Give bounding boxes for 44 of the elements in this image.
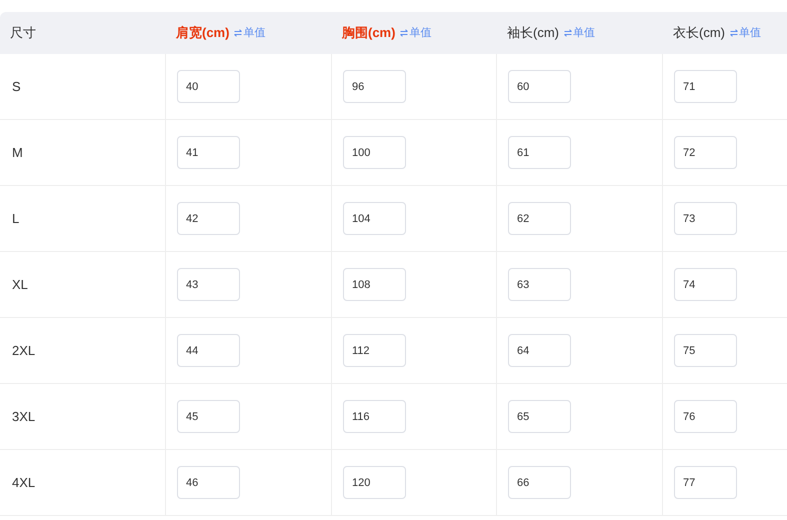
column-header: 衣长(cm) (673, 24, 725, 42)
measurement-input[interactable]: 72 (674, 136, 737, 169)
measurement-input[interactable]: 112 (343, 334, 406, 367)
size-label: S (12, 78, 21, 96)
size-label: M (12, 144, 23, 162)
size-label: 2XL (12, 342, 36, 360)
measurement-input[interactable]: 100 (343, 136, 406, 169)
measurement-input[interactable]: 63 (508, 268, 571, 301)
measurement-input[interactable]: 44 (177, 334, 240, 367)
measurement-input[interactable]: 41 (177, 136, 240, 169)
measurement-input[interactable]: 71 (674, 70, 737, 103)
size-label: 4XL (12, 474, 36, 492)
measurement-input[interactable]: 77 (674, 466, 737, 499)
swap-icon (564, 29, 572, 37)
measurement-input[interactable]: 66 (508, 466, 571, 499)
measurement-input[interactable]: 60 (508, 70, 571, 103)
measurement-input[interactable]: 74 (674, 268, 737, 301)
measurement-input[interactable]: 43 (177, 268, 240, 301)
measurement-input[interactable]: 64 (508, 334, 571, 367)
size-label: L (12, 210, 20, 228)
size-label: XL (12, 276, 28, 294)
measurement-input[interactable]: 46 (177, 466, 240, 499)
measurement-input[interactable]: 40 (177, 70, 240, 103)
measurement-input[interactable]: 120 (343, 466, 406, 499)
swap-icon (730, 29, 738, 37)
measurement-input[interactable]: 116 (343, 400, 406, 433)
measurement-input[interactable]: 42 (177, 202, 240, 235)
column-header: 肩宽(cm) (176, 24, 230, 42)
column-header: 胸围(cm) (342, 24, 396, 42)
measurement-input[interactable]: 108 (343, 268, 406, 301)
measurement-input[interactable]: 96 (343, 70, 406, 103)
measurement-input[interactable]: 61 (508, 136, 571, 169)
column-header: 袖长(cm) (507, 24, 559, 42)
measurement-input[interactable]: 73 (674, 202, 737, 235)
size-label: 3XL (12, 408, 36, 426)
column-header: 尺寸 (10, 24, 36, 42)
measurement-input[interactable]: 104 (343, 202, 406, 235)
measurement-input[interactable]: 75 (674, 334, 737, 367)
measurement-input[interactable]: 62 (508, 202, 571, 235)
measurement-input[interactable]: 45 (177, 400, 240, 433)
swap-icon (234, 29, 242, 37)
swap-icon (400, 29, 408, 37)
measurement-input[interactable]: 76 (674, 400, 737, 433)
measurement-input[interactable]: 65 (508, 400, 571, 433)
